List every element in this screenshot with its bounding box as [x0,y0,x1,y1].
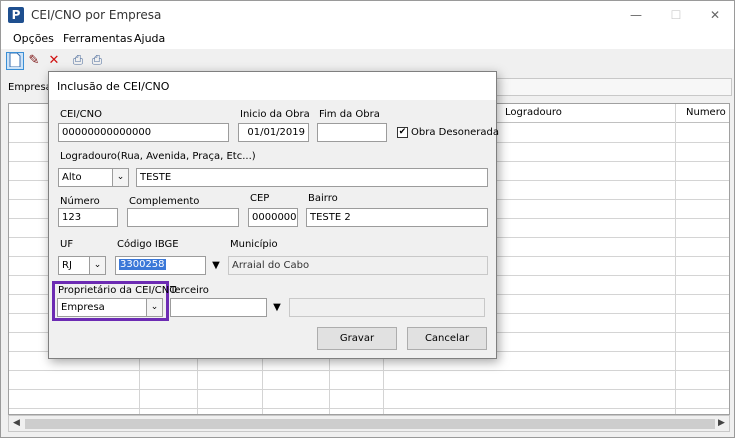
grid-row-line [9,389,729,390]
horizontal-scrollbar[interactable]: ◀ ▶ [8,415,730,432]
inicio-obra-label: Inicio da Obra [240,109,310,120]
maximize-button[interactable]: ☐ [661,5,691,25]
obra-desonerada-label: Obra Desonerada [411,127,500,138]
grid-column-divider [675,104,676,414]
municipio-input: Arraial do Cabo [228,256,488,275]
chevron-down-icon[interactable]: ⌄ [146,298,163,317]
grid-row-line [9,370,729,371]
window-title: CEI/CNO por Empresa [31,8,162,22]
scroll-thumb[interactable] [25,419,715,429]
menu-ferramentas[interactable]: Ferramentas [63,32,132,45]
column-logradouro[interactable]: Logradouro [505,107,562,118]
logradouro-input[interactable]: TESTE [136,168,488,187]
fim-obra-label: Fim da Obra [319,109,380,120]
menu-ajuda[interactable]: Ajuda [134,32,165,45]
numero-input[interactable]: 123 [58,208,118,227]
numero-label: Número [60,196,100,207]
dropdown-arrow-icon[interactable]: ▼ [206,256,226,275]
scroll-left-icon[interactable]: ◀ [13,418,20,428]
dialog-title: Inclusão de CEI/CNO [57,80,170,93]
bairro-label: Bairro [308,193,338,204]
chevron-down-icon[interactable]: ⌄ [112,168,129,187]
grid-row-line [9,408,729,409]
cancelar-button[interactable]: Cancelar [407,327,487,350]
inicio-obra-input[interactable]: 01/01/2019 [238,123,309,142]
codigo-ibge-label: Código IBGE [117,239,179,250]
new-document-icon[interactable] [6,52,24,70]
uf-select[interactable]: RJ [58,256,90,275]
codigo-ibge-value: 3300258 [119,259,166,270]
logradouro-tipo-select[interactable]: Alto [58,168,113,187]
terceiro-label: Terceiro [170,285,209,296]
title-bar: P CEI/CNO por Empresa — ☐ ✕ [1,1,734,29]
complemento-input[interactable] [127,208,239,227]
proprietario-select[interactable]: Empresa [57,298,155,317]
uf-label: UF [60,239,74,250]
terceiro-name-input [289,298,485,317]
terceiro-input[interactable] [170,298,267,317]
delete-icon[interactable]: ✕ [45,52,63,70]
dialog-title-bar: Inclusão de CEI/CNO [49,72,496,100]
empresa-label: Empresa [8,82,52,93]
obra-desonerada-checkbox[interactable]: ✔ [397,127,408,138]
cep-input[interactable]: 00000000 [248,208,298,227]
gravar-button[interactable]: Gravar [317,327,397,350]
scroll-right-icon[interactable]: ▶ [718,418,725,428]
column-numero[interactable]: Numero [686,107,726,118]
app-icon: P [8,7,24,23]
print-preview-icon[interactable]: ⎙ [88,52,106,70]
toolbar: ✎ ✕ ⎙ ⎙ [1,50,734,72]
logradouro-label: Logradouro(Rua, Avenida, Praça, Etc...) [60,151,256,162]
menu-bar: Opções Ferramentas Ajuda [1,29,734,49]
inclusao-dialog: Inclusão de CEI/CNO CEI/CNO 000000000000… [48,71,500,359]
dropdown-arrow-icon[interactable]: ▼ [267,298,287,317]
complemento-label: Complemento [129,196,200,207]
chevron-down-icon[interactable]: ⌄ [89,256,106,275]
bairro-input[interactable]: TESTE 2 [306,208,488,227]
fim-obra-input[interactable] [317,123,387,142]
menu-opcoes[interactable]: Opções [13,32,54,45]
proprietario-label: Proprietário da CEI/CNO [58,285,178,296]
municipio-label: Município [230,239,278,250]
cei-cno-input[interactable]: 00000000000000 [58,123,229,142]
print-icon[interactable]: ⎙ [69,52,87,70]
minimize-button[interactable]: — [621,5,651,25]
edit-icon[interactable]: ✎ [25,52,43,70]
cep-label: CEP [250,193,270,204]
codigo-ibge-input[interactable]: 3300258 [115,256,206,275]
cei-cno-label: CEI/CNO [60,109,102,120]
close-button[interactable]: ✕ [700,5,730,25]
